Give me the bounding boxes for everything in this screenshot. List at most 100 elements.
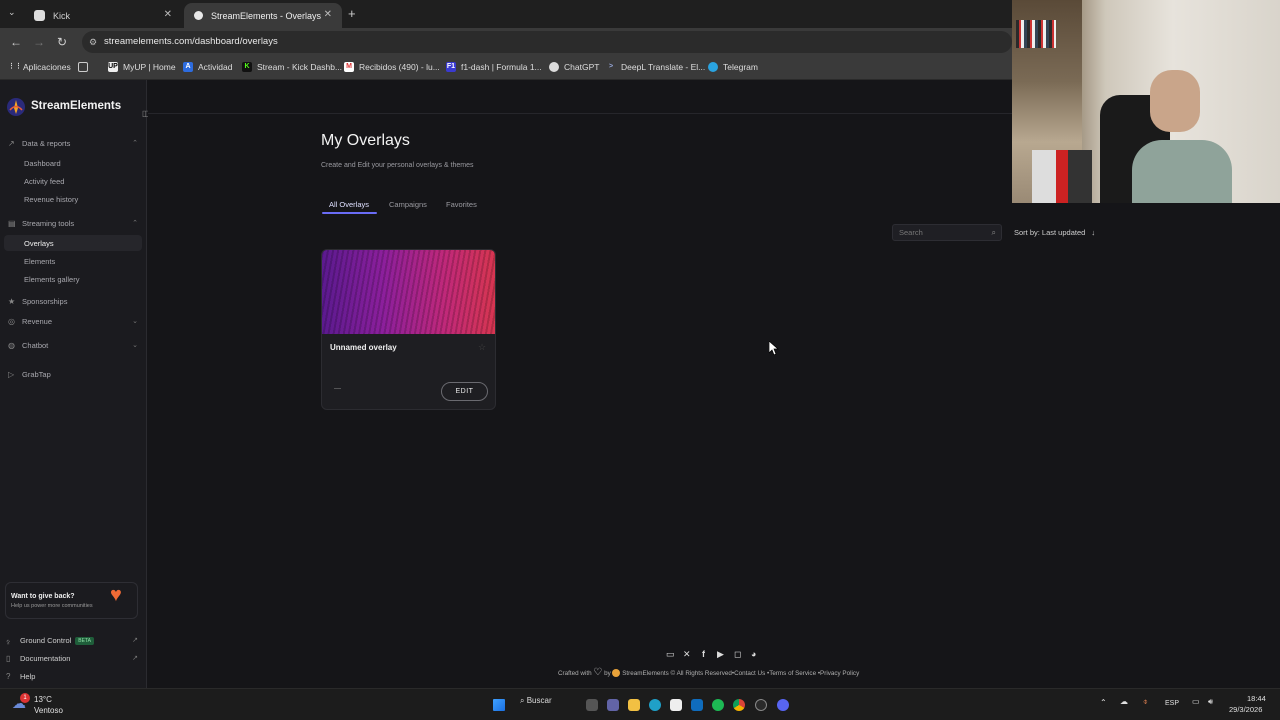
bookmark-chatgpt[interactable]: ChatGPT <box>549 62 599 72</box>
cam-person <box>1132 70 1232 203</box>
tab-kick[interactable]: Kick ✕ <box>24 3 182 28</box>
bookmark-actividad[interactable]: A Actividad <box>183 62 233 72</box>
tab-all-overlays[interactable]: All Overlays <box>329 200 369 209</box>
nav-help[interactable]: ? Help <box>6 672 35 681</box>
clock-date[interactable]: 29/3/2026 <box>1229 705 1262 714</box>
chevron-up-icon[interactable]: ⌃ <box>132 139 138 147</box>
sort-dropdown[interactable]: Sort by: Last updated ↓ <box>1014 228 1095 237</box>
discord-icon[interactable]: ◕ <box>751 649 756 659</box>
bookmark-myup[interactable]: UP MyUP | Home <box>108 62 176 72</box>
weather-temp[interactable]: 13°C <box>34 695 52 704</box>
tab-label: StreamElements - Overlays <box>211 10 322 21</box>
nav-elements[interactable]: Elements <box>24 257 55 266</box>
chevron-down-icon[interactable]: ⌄ <box>132 317 138 325</box>
bookmark-telegram[interactable]: Telegram <box>708 62 758 72</box>
f1-icon: F1 <box>446 62 456 72</box>
nav-chatbot[interactable]: ◍ Chatbot <box>8 341 48 350</box>
give-back-title: Want to give back? <box>11 593 75 600</box>
nav-data-reports[interactable]: ↗ Data & reports <box>8 139 70 148</box>
microphone-icon[interactable]: ⌽ <box>1143 697 1148 707</box>
volume-icon[interactable]: 🔊︎ <box>1208 697 1213 707</box>
bookmark-apps[interactable]: ⋮⋮ Aplicaciones <box>8 62 71 72</box>
nav-sponsorships[interactable]: ★ Sponsorships <box>8 297 67 306</box>
twitch-icon[interactable]: ▭ <box>666 649 675 660</box>
nav-overlays[interactable]: Overlays <box>24 239 54 248</box>
bookmark-gmail[interactable]: M Recibidos (490) - lu... <box>344 62 440 72</box>
youtube-icon[interactable]: ▶ <box>717 649 724 660</box>
cam-books <box>1016 20 1056 48</box>
facebook-icon[interactable]: f <box>702 649 705 659</box>
nav-revenue-history[interactable]: Revenue history <box>24 195 78 204</box>
footer-crafted: Crafted with <box>558 670 592 677</box>
bookmark-deepl[interactable]: > DeepL Translate - El... <box>606 62 705 72</box>
url-text: streamelements.com/dashboard/overlays <box>104 36 278 47</box>
reload-icon[interactable]: ↻ <box>57 35 67 49</box>
instagram-icon[interactable]: ◻ <box>734 649 741 660</box>
search-input[interactable]: Search ⌕ <box>892 224 1002 241</box>
teams-icon[interactable] <box>607 699 619 711</box>
site-info-icon[interactable]: ⚙ <box>89 31 97 53</box>
bookmark-f1dash[interactable]: F1 f1-dash | Formula 1... <box>446 62 542 72</box>
nav-ground-control[interactable]: ⍚ Ground Control BETA <box>6 636 94 645</box>
obs-icon[interactable] <box>755 699 767 711</box>
language-indicator[interactable]: ESP <box>1165 700 1179 707</box>
chrome-icon[interactable] <box>733 699 745 711</box>
close-tab-icon[interactable]: ✕ <box>324 9 332 20</box>
outlook-icon[interactable] <box>691 699 703 711</box>
doc-icon: ▯ <box>6 654 11 663</box>
onedrive-icon[interactable]: ☁ <box>1120 697 1128 706</box>
nav-revenue[interactable]: ◎ Revenue <box>8 317 52 326</box>
bookmark-grid[interactable] <box>78 62 93 72</box>
nav-dashboard[interactable]: Dashboard <box>24 159 61 168</box>
file-explorer-icon[interactable] <box>628 699 640 711</box>
url-field[interactable]: ⚙ streamelements.com/dashboard/overlays <box>82 31 1012 53</box>
grabtap-icon: ▷ <box>8 370 15 379</box>
discord-icon[interactable] <box>777 699 789 711</box>
nav-elements-gallery[interactable]: Elements gallery <box>24 275 79 284</box>
network-icon[interactable]: ▭ <box>1192 697 1200 706</box>
overlay-thumbnail[interactable] <box>322 250 495 334</box>
x-icon[interactable]: ✕ <box>683 649 691 660</box>
windows-start-icon[interactable] <box>493 699 505 711</box>
external-link-icon[interactable]: ↗ <box>132 636 138 644</box>
page-title: My Overlays <box>321 132 410 149</box>
nav-documentation[interactable]: ▯ Documentation <box>6 654 70 663</box>
chevron-up-icon[interactable]: ⌃ <box>132 219 138 227</box>
external-link-icon[interactable]: ↗ <box>132 654 138 662</box>
overlay-meta-dash: — <box>334 385 341 392</box>
windows-taskbar: ☁ 1 13°C Ventoso ⌕ Buscar ⌃ ☁ ⌽ ESP ▭ 🔊︎… <box>0 688 1280 720</box>
footer-privacy-link[interactable]: •Privacy Policy <box>818 670 859 677</box>
close-tab-icon[interactable]: ✕ <box>164 9 172 20</box>
footer-contact-link[interactable]: •Contact Us <box>732 670 765 677</box>
new-tab-icon[interactable]: + <box>348 6 356 21</box>
taskbar-search[interactable]: ⌕ Buscar <box>520 696 552 714</box>
tab-list-chevron-icon[interactable]: ⌄ <box>8 7 16 18</box>
store-icon[interactable] <box>670 699 682 711</box>
tab-label: Kick <box>53 10 71 21</box>
tray-chevron-icon[interactable]: ⌃ <box>1100 698 1107 707</box>
edit-button[interactable]: EDIT <box>441 382 488 401</box>
back-icon[interactable]: ← <box>10 35 22 49</box>
clock-time[interactable]: 18:44 <box>1247 694 1266 703</box>
footer-terms-link[interactable]: •Terms of Service <box>767 670 816 677</box>
spotify-icon[interactable] <box>712 699 724 711</box>
give-back-card[interactable]: Want to give back? Help us power more co… <box>5 582 138 619</box>
tab-streamelements[interactable]: StreamElements - Overlays ✕ <box>184 3 342 28</box>
chevron-down-icon[interactable]: ⌄ <box>132 341 138 349</box>
sidebar: StreamElements ◫ ↗ Data & reports ⌃ Dashb… <box>0 80 150 688</box>
sort-label: Sort by: Last updated <box>1014 228 1086 237</box>
tab-campaigns[interactable]: Campaigns <box>389 200 427 209</box>
nav-activity-feed[interactable]: Activity feed <box>24 177 64 186</box>
tab-favorites[interactable]: Favorites <box>446 200 477 209</box>
favorite-star-icon[interactable]: ☆ <box>478 342 486 353</box>
telegram-icon <box>708 62 718 72</box>
edge-icon[interactable] <box>649 699 661 711</box>
task-view-icon[interactable] <box>586 699 598 711</box>
bookmark-kick[interactable]: K Stream - Kick Dashb... <box>242 62 342 72</box>
active-tab-indicator <box>322 212 377 214</box>
weather-desc[interactable]: Ventoso <box>34 706 63 715</box>
nav-grabtap[interactable]: ▷ GrabTap <box>8 370 51 379</box>
forward-icon[interactable]: → <box>33 35 45 49</box>
nav-streaming-tools[interactable]: ▤ Streaming tools <box>8 219 74 228</box>
overlay-card[interactable]: Unnamed overlay ☆ — EDIT <box>321 249 496 410</box>
